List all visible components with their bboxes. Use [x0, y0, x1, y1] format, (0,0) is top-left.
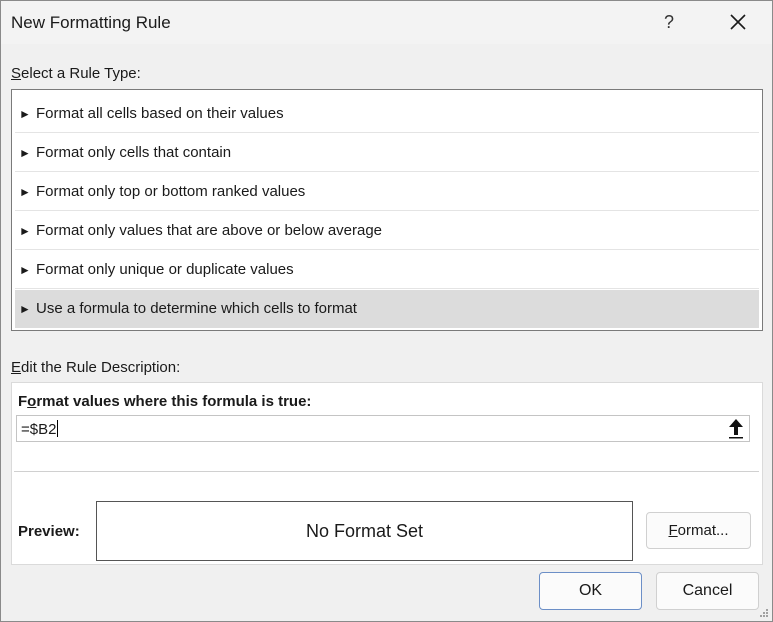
rule-description-panel: Format values where this formula is true…: [11, 382, 763, 565]
divider: [14, 471, 759, 472]
triangle-right-icon: ►: [19, 185, 31, 199]
rule-type-item-selected[interactable]: ► Use a formula to determine which cells …: [15, 290, 759, 328]
collapse-dialog-button[interactable]: [724, 417, 748, 440]
triangle-right-icon: ►: [19, 107, 31, 121]
rule-type-item-label: Format only top or bottom ranked values: [36, 183, 306, 200]
help-button[interactable]: ?: [649, 5, 689, 39]
rule-type-item[interactable]: ► Format only cells that contain: [15, 134, 759, 172]
rule-type-item[interactable]: ► Format only unique or duplicate values: [15, 251, 759, 289]
triangle-right-icon: ►: [19, 224, 31, 238]
resize-grip-icon[interactable]: [759, 608, 769, 618]
rule-type-item-label: Format all cells based on their values: [36, 105, 284, 122]
rule-type-item-label: Format only cells that contain: [36, 144, 232, 161]
rule-type-list[interactable]: ► Format all cells based on their values …: [11, 89, 763, 331]
dialog-title: New Formatting Rule: [11, 13, 171, 32]
triangle-right-icon: ►: [19, 263, 31, 277]
arrow-up-collapse-icon: [729, 419, 743, 439]
rule-type-item[interactable]: ► Format only values that are above or be…: [15, 212, 759, 250]
rule-type-item-label: Use a formula to determine which cells t…: [36, 300, 357, 317]
rule-type-item-label: Format only unique or duplicate values: [36, 261, 294, 278]
triangle-right-icon: ►: [19, 146, 31, 160]
formula-heading: Format values where this formula is true…: [18, 393, 312, 410]
ok-button[interactable]: OK: [539, 572, 642, 610]
formula-input[interactable]: =$B2: [16, 415, 750, 442]
triangle-right-icon: ►: [19, 302, 31, 316]
title-bar[interactable]: New Formatting Rule ?: [1, 1, 772, 44]
rule-description-label: Edit the Rule Description:: [11, 359, 181, 376]
rule-type-item[interactable]: ► Format only top or bottom ranked values: [15, 173, 759, 211]
preview-label: Preview:: [18, 523, 80, 540]
close-icon: [730, 14, 746, 30]
preview-box: No Format Set: [96, 501, 633, 561]
rule-type-item-label: Format only values that are above or bel…: [36, 222, 383, 239]
new-formatting-rule-dialog: New Formatting Rule ? Select a Rule Type…: [0, 0, 773, 622]
cancel-button[interactable]: Cancel: [656, 572, 759, 610]
text-caret: [57, 420, 59, 437]
rule-type-label: Select a Rule Type:: [11, 65, 141, 82]
formula-value: =$B2: [21, 420, 59, 438]
close-button[interactable]: [713, 5, 763, 39]
format-button[interactable]: Format...: [646, 512, 751, 549]
rule-type-item[interactable]: ► Format all cells based on their values: [15, 95, 759, 133]
